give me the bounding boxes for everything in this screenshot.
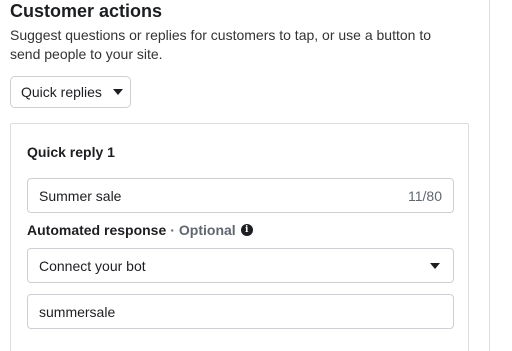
automated-response-label: Automated response · Optional i <box>27 222 253 238</box>
automated-response-selected: Connect your bot <box>39 257 146 274</box>
automated-response-dropdown[interactable]: Connect your bot <box>27 248 454 283</box>
action-type-dropdown[interactable]: Quick replies <box>10 76 131 108</box>
optional-tag: Optional <box>178 222 236 238</box>
quick-reply-text-input[interactable]: Summer sale 11/80 <box>27 178 454 213</box>
caret-down-icon <box>112 89 123 95</box>
character-counter: 11/80 <box>408 187 442 204</box>
quick-reply-title: Quick reply 1 <box>27 144 115 160</box>
action-type-selected: Quick replies <box>21 84 102 100</box>
customer-actions-page: Customer actions Suggest questions or re… <box>0 0 512 351</box>
section-title: Customer actions <box>10 1 163 21</box>
quick-reply-text-value: Summer sale <box>39 187 122 204</box>
section-description: Suggest questions or replies for custome… <box>10 27 432 62</box>
caret-down-icon <box>430 262 440 269</box>
keyword-value: summersale <box>39 303 116 320</box>
divider <box>489 0 490 351</box>
automated-response-heading: Automated response <box>27 222 167 238</box>
label-separator: · <box>170 222 175 238</box>
quick-reply-panel: Quick reply 1 Summer sale 11/80 Automate… <box>10 123 469 351</box>
keyword-input[interactable]: summersale <box>27 294 454 329</box>
info-icon[interactable]: i <box>240 224 253 236</box>
